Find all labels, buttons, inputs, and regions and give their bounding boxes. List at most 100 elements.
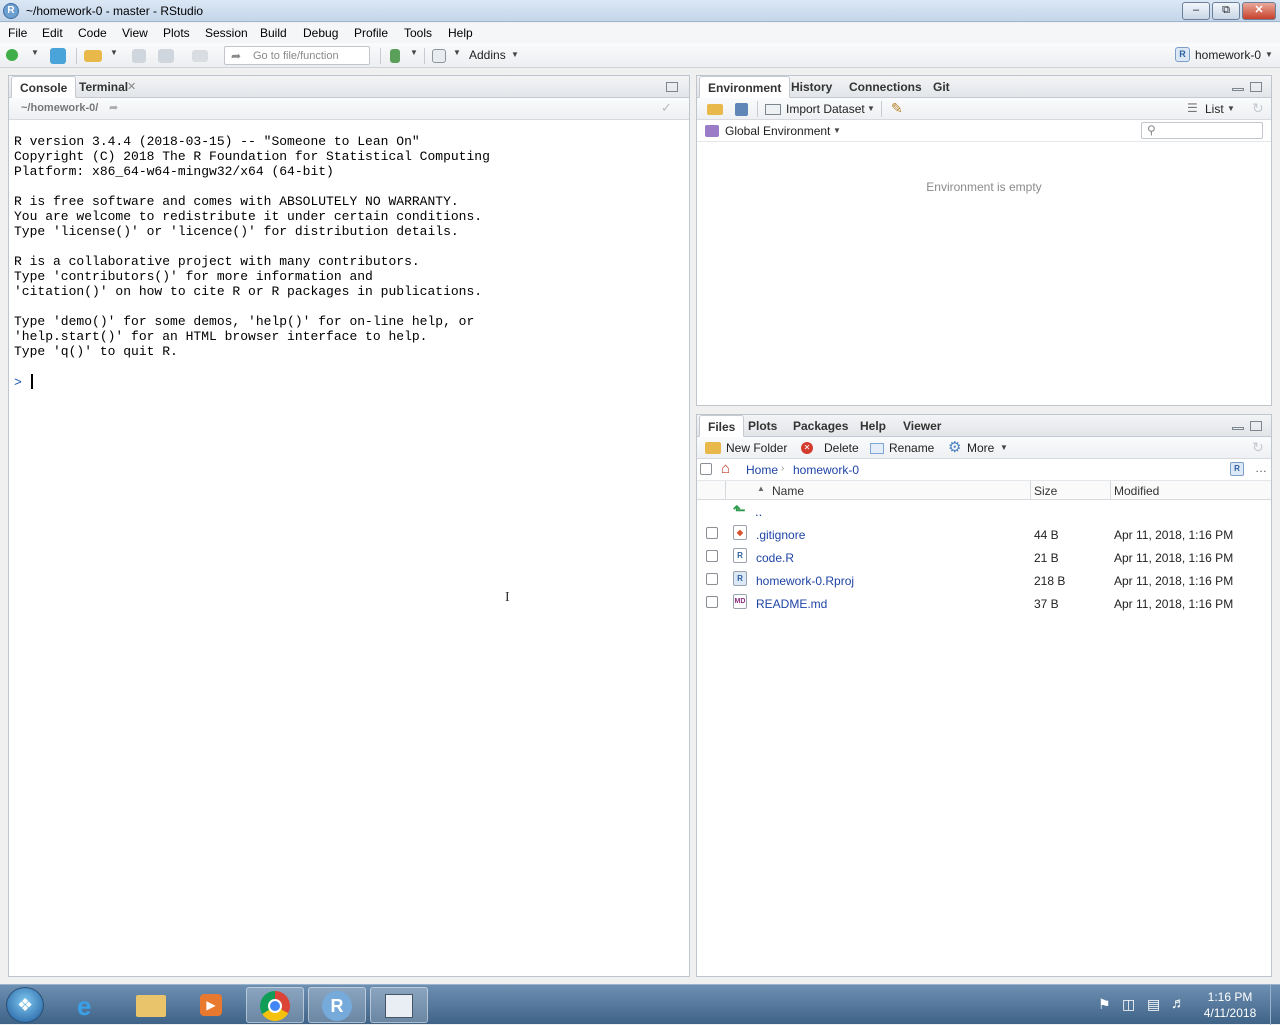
menu-profile[interactable]: Profile <box>354 26 388 40</box>
restore-button[interactable]: ⧉ <box>1212 2 1240 20</box>
environment-search-input[interactable]: ⚲ <box>1141 122 1263 139</box>
breadcrumb-home[interactable]: Home <box>746 463 778 477</box>
new-file-dropdown-icon[interactable]: ▼ <box>31 48 39 57</box>
project-directory-icon[interactable]: R <box>1230 462 1244 476</box>
new-project-icon[interactable] <box>50 48 66 64</box>
new-file-icon[interactable] <box>6 49 18 61</box>
vcs-dropdown-icon[interactable]: ▼ <box>410 48 418 57</box>
import-dataset-button[interactable]: Import Dataset <box>786 102 865 116</box>
more-options-icon[interactable]: … <box>1255 461 1267 475</box>
scope-dropdown-icon[interactable]: ▼ <box>833 126 841 135</box>
file-name-link[interactable]: homework-0.Rproj <box>756 574 854 588</box>
file-name-link[interactable]: code.R <box>756 551 794 565</box>
maximize-pane-icon[interactable] <box>1250 421 1262 431</box>
clock-time[interactable]: 1:16 PM <box>1195 990 1265 1004</box>
more-button[interactable]: More <box>967 441 994 455</box>
notepad-taskbar-button[interactable] <box>370 987 428 1023</box>
addins-menu[interactable]: Addins <box>469 48 506 62</box>
clock-date[interactable]: 4/11/2018 <box>1195 1006 1265 1020</box>
column-name[interactable]: Name <box>772 484 804 498</box>
project-dropdown-icon[interactable]: ▼ <box>1265 50 1273 59</box>
start-button[interactable]: ❖ <box>6 987 44 1023</box>
go-to-dir-icon[interactable]: ➦ <box>109 101 118 114</box>
menu-session[interactable]: Session <box>205 26 248 40</box>
view-mode-dropdown-icon[interactable]: ▼ <box>1227 104 1235 113</box>
tab-packages[interactable]: Packages <box>785 415 856 437</box>
tab-plots[interactable]: Plots <box>740 415 785 437</box>
menu-debug[interactable]: Debug <box>303 26 338 40</box>
menu-tools[interactable]: Tools <box>404 26 432 40</box>
internet-explorer-taskbar-button[interactable]: e <box>62 987 120 1023</box>
file-checkbox[interactable] <box>706 596 718 608</box>
load-workspace-icon[interactable] <box>707 104 723 115</box>
menu-build[interactable]: Build <box>260 26 287 40</box>
network-icon[interactable]: ▤ <box>1147 996 1160 1013</box>
version-control-icon[interactable] <box>390 49 400 63</box>
maximize-pane-icon[interactable] <box>1250 82 1262 92</box>
tab-environment[interactable]: Environment <box>699 76 791 98</box>
menu-view[interactable]: View <box>122 26 148 40</box>
minimize-pane-icon[interactable] <box>1232 88 1244 91</box>
refresh-icon[interactable]: ↻ <box>1252 100 1264 117</box>
minimize-button[interactable]: – <box>1182 2 1210 20</box>
maximize-pane-icon[interactable] <box>666 82 678 92</box>
workspace-panes-icon[interactable] <box>432 49 446 63</box>
close-button[interactable]: ✕ <box>1242 2 1276 20</box>
tab-history[interactable]: History <box>783 76 840 98</box>
console-prompt[interactable]: > <box>14 375 22 390</box>
delete-button[interactable]: Delete <box>824 441 859 455</box>
print-icon[interactable] <box>192 50 208 62</box>
parent-directory-link[interactable]: .. <box>755 504 762 519</box>
menu-file[interactable]: File <box>8 26 27 40</box>
media-player-taskbar-button[interactable]: ▶ <box>182 987 240 1023</box>
tab-viewer[interactable]: Viewer <box>895 415 949 437</box>
view-mode-button[interactable]: List <box>1205 102 1224 116</box>
tab-connections[interactable]: Connections <box>841 76 930 98</box>
file-checkbox[interactable] <box>706 573 718 585</box>
parent-directory-row[interactable]: ⬑ .. <box>697 501 1271 524</box>
open-folder-icon[interactable] <box>84 50 102 62</box>
file-explorer-taskbar-button[interactable] <box>122 987 180 1023</box>
rename-button[interactable]: Rename <box>889 441 934 455</box>
terminal-close-icon[interactable]: ✕ <box>127 80 136 93</box>
tab-files[interactable]: Files <box>699 415 745 437</box>
file-checkbox[interactable] <box>706 550 718 562</box>
show-desktop-button[interactable] <box>1270 985 1280 1025</box>
menu-help[interactable]: Help <box>448 26 473 40</box>
go-to-file-input[interactable]: ➦ Go to file/function <box>224 46 370 65</box>
select-all-checkbox[interactable] <box>700 463 712 475</box>
environment-scope-selector[interactable]: Global Environment <box>725 124 830 138</box>
panes-dropdown-icon[interactable]: ▼ <box>453 48 461 57</box>
minimize-pane-icon[interactable] <box>1232 427 1244 430</box>
device-icon[interactable]: ◫ <box>1122 996 1135 1013</box>
tab-console[interactable]: Console <box>11 76 77 98</box>
volume-icon[interactable]: ♬ <box>1171 995 1186 1012</box>
clear-console-icon[interactable]: ✓ <box>661 100 672 116</box>
save-icon[interactable] <box>132 49 146 63</box>
menu-plots[interactable]: Plots <box>163 26 190 40</box>
action-center-flag-icon[interactable]: ⚑ <box>1098 996 1111 1013</box>
import-dropdown-icon[interactable]: ▼ <box>867 104 875 113</box>
new-folder-button[interactable]: New Folder <box>726 441 787 455</box>
save-all-icon[interactable] <box>158 49 174 63</box>
tab-help[interactable]: Help <box>852 415 894 437</box>
rstudio-taskbar-button[interactable]: R <box>308 987 366 1023</box>
file-name-link[interactable]: .gitignore <box>756 528 805 542</box>
menu-code[interactable]: Code <box>78 26 107 40</box>
column-modified[interactable]: Modified <box>1114 484 1159 498</box>
project-menu[interactable]: homework-0 <box>1195 48 1261 62</box>
tab-git[interactable]: Git <box>925 76 958 98</box>
file-name-link[interactable]: README.md <box>756 597 827 611</box>
column-size[interactable]: Size <box>1034 484 1057 498</box>
save-workspace-icon[interactable] <box>735 103 748 116</box>
clear-workspace-broom-icon[interactable]: ✎ <box>891 100 903 117</box>
breadcrumb-current[interactable]: homework-0 <box>793 463 859 477</box>
chrome-taskbar-button[interactable] <box>246 987 304 1023</box>
console-working-dir[interactable]: ~/homework-0/ <box>21 102 98 114</box>
more-dropdown-icon[interactable]: ▼ <box>1000 443 1008 452</box>
refresh-icon[interactable]: ↻ <box>1252 439 1264 456</box>
menu-edit[interactable]: Edit <box>42 26 63 40</box>
addins-dropdown-icon[interactable]: ▼ <box>511 50 519 59</box>
file-checkbox[interactable] <box>706 527 718 539</box>
open-dropdown-icon[interactable]: ▼ <box>110 48 118 57</box>
